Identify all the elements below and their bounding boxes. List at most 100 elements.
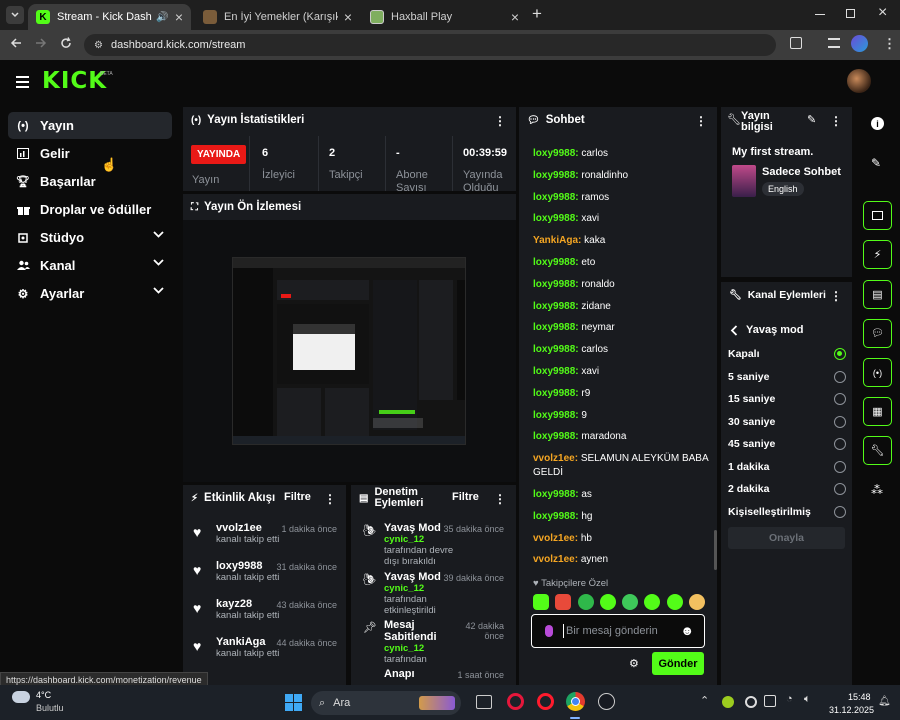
stream-preview-video[interactable] [232,257,466,445]
profile-avatar[interactable] [851,35,868,52]
emote-icon[interactable] [599,594,616,610]
chat-username[interactable]: loxy9988 [533,431,575,442]
slow-mode-option[interactable]: Kapalı [728,348,846,360]
browser-tab-kick[interactable]: K Stream - Kick Dashboard 🔊 × [28,4,191,30]
emote-icon[interactable] [688,594,705,610]
sidebar-item-yayin[interactable]: (•) Yayın [8,112,172,139]
browser-tab-haxball[interactable]: Haxball Play × [362,4,527,30]
slow-mode-option[interactable]: 5 saniye [728,370,846,383]
chat-username[interactable]: loxy9988 [533,170,575,181]
filter-button[interactable]: Filtre [284,491,311,503]
clock-date[interactable]: 31.12.2025 [829,705,874,715]
lightning-button[interactable]: ⚡︎ [863,240,892,269]
radio-button[interactable] [834,393,846,405]
chat-input[interactable]: Bir mesaj gönderin ☻ [531,614,705,648]
chat-username[interactable]: vvolz1ee [533,533,575,544]
confirm-button[interactable]: Onayla [728,527,845,549]
chat-scrollbar[interactable] [714,530,717,570]
opera-icon[interactable] [537,693,554,710]
window-close-button[interactable]: × [878,4,887,22]
back-slow-mode[interactable]: Yavaş mod [730,324,803,336]
new-tab-button[interactable]: + [532,4,542,24]
radio-button[interactable] [834,460,846,473]
chat-username[interactable]: loxy9988 [533,279,575,290]
volume-icon[interactable]: 🔈︎ [804,693,811,706]
chat-username[interactable]: loxy9988 [533,410,575,421]
clock-time[interactable]: 15:48 [848,692,871,702]
chat-settings-icon[interactable]: ⚙ [629,657,639,670]
forward-button[interactable] [35,37,47,49]
opera-gx-icon[interactable] [507,693,524,710]
taskbar-search[interactable]: ⌕ Ara [311,691,461,715]
slow-mode-option[interactable]: 45 saniye [728,438,846,450]
wrench-button[interactable]: 🔧︎ [863,436,892,465]
emote-icon[interactable] [577,594,594,610]
more-options-icon[interactable]: ⋮ [494,114,506,128]
site-info-icon[interactable]: ⚙ [94,40,103,51]
chat-username[interactable]: loxy9988 [533,366,575,377]
tab-search-button[interactable] [6,6,24,24]
close-icon[interactable]: × [344,9,352,25]
emote-icon[interactable] [666,594,683,610]
browser-tab-tierlist[interactable]: En İyi Yemekler (Karışık) - Tier L × [195,4,360,30]
slow-mode-option[interactable]: 30 saniye [728,415,846,428]
emote-icon[interactable] [644,594,661,610]
chat-username[interactable]: loxy9988 [533,489,575,500]
close-icon[interactable]: × [175,9,183,25]
radio-button[interactable] [834,348,846,360]
browser-menu-icon[interactable]: ⋮ [883,36,896,52]
chat-username[interactable]: loxy9988 [533,301,575,312]
more-options-icon[interactable]: ⋮ [830,114,842,128]
tray-chevron-up-icon[interactable]: ⌃ [700,694,709,707]
radio-button[interactable] [834,483,846,495]
slow-mode-option[interactable]: 15 saniye [728,393,846,405]
send-button[interactable]: Gönder [652,652,704,675]
screen-capture-button[interactable] [863,201,892,230]
microphone-icon[interactable] [545,625,553,637]
extensions-icon[interactable] [790,37,802,49]
sidebar-item-ayarlar[interactable]: ⚙ Ayarlar [8,280,172,307]
emote-icon[interactable] [555,594,572,610]
tray-app-icon[interactable] [722,696,734,708]
chat-username[interactable]: loxy9988 [533,257,575,268]
emoji-icon[interactable]: ☻ [680,623,694,638]
hamburger-menu-icon[interactable] [16,76,29,88]
more-options-icon[interactable]: ⋮ [494,492,506,506]
emote-icon[interactable] [622,594,639,610]
chat-button[interactable]: 💬︎ [863,319,892,348]
edit-pencil-icon[interactable]: ✎ [807,113,816,126]
apps-icon[interactable]: ⁂ [871,483,883,497]
chat-username[interactable]: vvolz1ee [533,554,575,565]
weather-icon[interactable] [12,691,30,703]
radio-button[interactable] [834,370,846,383]
clipboard-button[interactable]: ▤ [863,280,892,309]
pencil-icon[interactable]: ✎ [871,156,881,170]
broadcast-button[interactable]: (•) [863,358,892,387]
stats-button[interactable]: ▦ [863,397,892,426]
radio-button[interactable] [834,438,846,450]
sidebar-item-droplar[interactable]: Droplar ve ödüller [8,196,172,223]
tray-app-icon[interactable] [745,696,757,708]
moderator-name[interactable]: cynic_12 [384,534,424,545]
slow-mode-option[interactable]: 1 dakika [728,460,846,473]
chat-username[interactable]: loxy9988 [533,213,575,224]
tray-app-icon[interactable] [764,695,776,707]
maximize-button[interactable] [846,9,855,18]
notification-bell-icon[interactable]: 🔔︎ [878,696,891,707]
chat-username[interactable]: loxy9988 [533,322,575,333]
moderator-name[interactable]: cynic_12 [384,643,424,654]
user-avatar[interactable] [847,69,871,93]
chat-username[interactable]: loxy9988 [533,192,575,203]
sidebar-item-basarilar[interactable]: 🏆︎ Başarılar [8,168,172,195]
chat-username[interactable]: loxy9988 [533,344,575,355]
sidebar-item-gelir[interactable]: Gelir [8,140,172,167]
minimize-button[interactable] [815,14,825,15]
close-icon[interactable]: × [511,9,519,25]
chat-username[interactable]: vvolz1ee [533,453,575,464]
url-bar[interactable]: ⚙ dashboard.kick.com/stream [84,34,776,56]
kick-logo[interactable]: KICK [42,68,107,94]
chrome-icon[interactable] [566,692,585,711]
filter-button[interactable]: Filtre [452,491,479,503]
emote-icon[interactable] [533,594,549,610]
radio-button[interactable] [834,415,846,428]
